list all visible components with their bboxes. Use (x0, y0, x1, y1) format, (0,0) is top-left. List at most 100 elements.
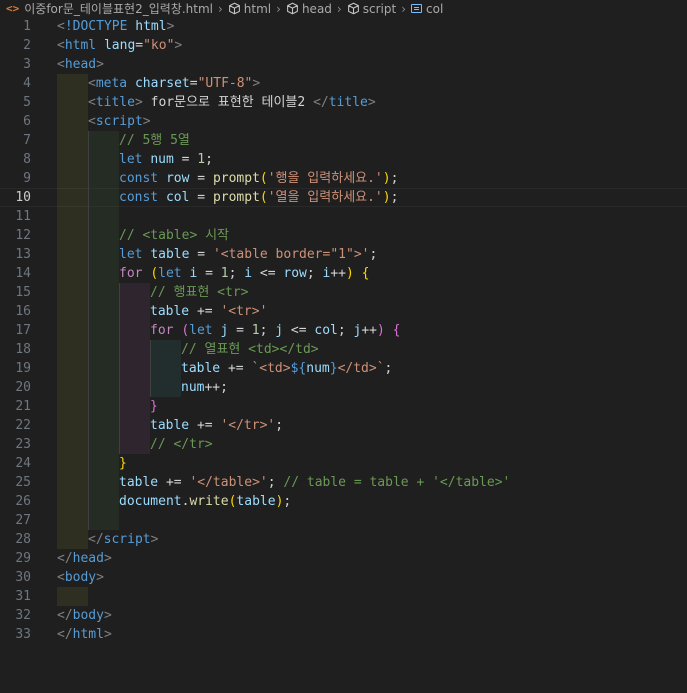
code-text[interactable]: table += '<tr>' (150, 302, 267, 321)
code-text[interactable]: // </tr> (150, 435, 213, 454)
line-number: 33 (15, 627, 31, 642)
code-text[interactable]: table += '</table>'; // table = table + … (119, 473, 510, 492)
code-editor[interactable]: <> 이중for문_테이블표현2_입력창.html › html › head … (0, 0, 687, 693)
code-line[interactable]: 19 table += `<td>${num}</td>`; (0, 359, 687, 378)
code-text[interactable]: <body> (57, 568, 104, 587)
code-line[interactable]: 12 // <table> 시작 (0, 226, 687, 245)
code-line[interactable]: 13 let table = '<table border="1">'; (0, 245, 687, 264)
chevron-right-icon: › (401, 1, 406, 16)
code-text[interactable]: // 행표현 <tr> (150, 283, 249, 302)
code-line[interactable]: 11 (0, 207, 687, 226)
code-line[interactable]: 32 </body> (0, 606, 687, 625)
code-text[interactable]: const col = prompt('열을 입력하세요.'); (119, 188, 398, 207)
indent-guide (88, 378, 89, 397)
code-line[interactable]: 18 // 열표현 <td></td> (0, 340, 687, 359)
code-text[interactable]: let table = '<table border="1">'; (119, 245, 377, 264)
code-line[interactable]: 1 <!DOCTYPE html> (0, 17, 687, 36)
code-line[interactable]: 20 num++; (0, 378, 687, 397)
code-text[interactable]: <!DOCTYPE html> (57, 17, 174, 36)
code-line[interactable]: 25 table += '</table>'; // table = table … (0, 473, 687, 492)
code-text[interactable]: </body> (57, 606, 112, 625)
code-text[interactable]: for (let j = 1; j <= col; j++) { (150, 321, 401, 340)
code-text[interactable]: num++; (181, 378, 228, 397)
indent-highlight (88, 454, 119, 473)
code-text[interactable]: // 5행 5열 (119, 131, 190, 150)
code-token: body (72, 608, 104, 623)
code-token: </ (88, 532, 104, 547)
code-text[interactable]: table += '</tr>'; (150, 416, 283, 435)
code-text[interactable]: <script> (88, 112, 151, 131)
code-line[interactable]: 8 let num = 1; (0, 150, 687, 169)
code-line[interactable]: 9 const row = prompt('행을 입력하세요.'); (0, 169, 687, 188)
chevron-right-icon: › (217, 1, 223, 16)
code-token: const (119, 190, 159, 205)
indent-guide (88, 340, 89, 359)
code-text[interactable]: <title> for문으로 표현한 테이블2 </title> (88, 93, 376, 112)
code-token: = (189, 190, 213, 205)
code-line[interactable]: 16 table += '<tr>' (0, 302, 687, 321)
code-line[interactable]: 10 const col = prompt('열을 입력하세요.'); (0, 188, 687, 207)
code-text[interactable]: } (119, 454, 127, 473)
indent-highlight (57, 511, 88, 530)
code-text[interactable]: let num = 1; (119, 150, 213, 169)
code-text[interactable]: // 열표현 <td></td> (181, 340, 319, 359)
indent-highlight (57, 188, 88, 207)
code-token: // <table> 시작 (119, 228, 230, 243)
code-token: 1 (197, 152, 206, 167)
breadcrumb-item-script[interactable]: script (347, 0, 396, 17)
code-text[interactable]: document.write(table); (119, 492, 291, 511)
code-token: html (72, 627, 104, 642)
code-area[interactable]: 1 <!DOCTYPE html> 2 <html lang="ko"> 3 <head>… (0, 17, 687, 693)
code-line[interactable]: 3 <head> (0, 55, 687, 74)
code-text[interactable]: for (let i = 1; i <= row; i++) { (119, 264, 370, 283)
code-line[interactable]: 17 for (let j = 1; j <= col; j++) { (0, 321, 687, 340)
code-line[interactable]: 4 <meta charset="UTF-8"> (0, 74, 687, 93)
breadcrumb-item-col[interactable]: col (411, 0, 443, 17)
code-line[interactable]: 26 document.write(table); (0, 492, 687, 511)
code-line[interactable]: 5 <title> for문으로 표현한 테이블2 </title> (0, 93, 687, 112)
code-text[interactable]: table += `<td>${num}</td>`; (181, 359, 392, 378)
code-text[interactable]: <meta charset="UTF-8"> (88, 74, 260, 93)
code-line[interactable]: 24} (0, 454, 687, 473)
code-text[interactable]: <head> (57, 55, 104, 74)
code-token: > (150, 532, 159, 547)
code-line[interactable]: 2 <html lang="ko"> (0, 36, 687, 55)
code-text[interactable]: <html lang="ko"> (57, 36, 182, 55)
code-line[interactable]: 33 </html> (0, 625, 687, 644)
code-token: } (150, 399, 158, 414)
code-token: += (220, 361, 252, 376)
code-text[interactable]: </html> (57, 625, 112, 644)
code-text[interactable]: </head> (57, 549, 112, 568)
code-line[interactable]: 21} (0, 397, 687, 416)
code-line[interactable]: 28 </script> (0, 530, 687, 549)
code-line[interactable]: 7 // 5행 5열 (0, 131, 687, 150)
code-text[interactable]: } (150, 397, 158, 416)
code-token: ; (369, 247, 378, 262)
code-text[interactable]: const row = prompt('행을 입력하세요.'); (119, 169, 398, 188)
breadcrumb-item-html[interactable]: html (228, 0, 271, 17)
indent-highlight (150, 359, 181, 378)
indent-highlight (88, 397, 119, 416)
breadcrumb-file[interactable]: <> 이중for문_테이블표현2_입력창.html (0, 0, 213, 17)
code-line[interactable]: 15 // 행표현 <tr> (0, 283, 687, 302)
code-line[interactable]: 31 (0, 587, 687, 606)
code-line[interactable]: 27 (0, 511, 687, 530)
code-text[interactable]: // <table> 시작 (119, 226, 229, 245)
code-text[interactable]: </script> (88, 530, 158, 549)
code-line[interactable]: 23 // </tr> (0, 435, 687, 454)
code-line[interactable]: 30 <body> (0, 568, 687, 587)
code-token: charset (134, 76, 190, 91)
indent-highlight (57, 492, 88, 511)
code-line[interactable]: 6 <script> (0, 112, 687, 131)
code-token: ) (346, 266, 354, 281)
code-line[interactable]: 14 for (let i = 1; i <= row; i++) { (0, 264, 687, 283)
indent-guide (88, 397, 89, 416)
breadcrumb-item-head[interactable]: head (286, 0, 332, 17)
code-line[interactable]: 29 </head> (0, 549, 687, 568)
indent-guide (88, 359, 89, 378)
html-file-icon: <> (6, 2, 20, 15)
line-number: 17 (15, 323, 31, 338)
code-line[interactable]: 22 table += '</tr>'; (0, 416, 687, 435)
